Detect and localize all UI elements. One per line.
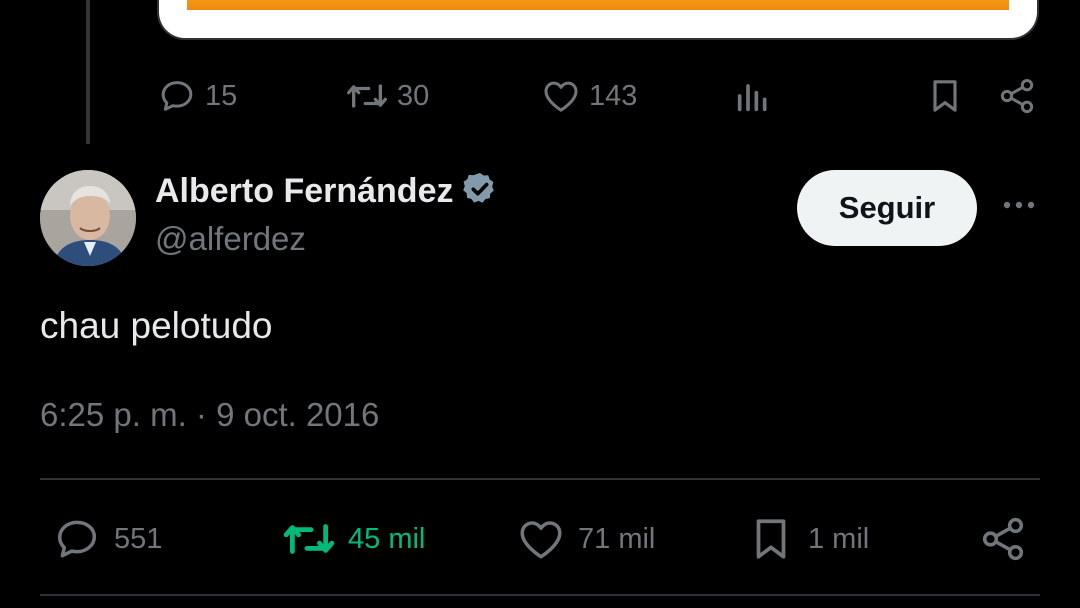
previous-post-action-bar: 15 30 143 xyxy=(157,72,1047,120)
author-handle[interactable]: @alferdez xyxy=(155,220,306,258)
prev-share-button[interactable] xyxy=(997,76,1037,116)
reply-count: 551 xyxy=(114,522,163,555)
prev-reply-button[interactable]: 15 xyxy=(157,76,237,116)
prev-repost-count: 30 xyxy=(397,79,430,112)
author-name-row: Alberto Fernández xyxy=(155,170,499,213)
prev-repost-button[interactable]: 30 xyxy=(345,76,429,116)
repost-count: 45 mil xyxy=(348,522,426,555)
previous-post-media[interactable] xyxy=(157,0,1039,40)
like-count: 71 mil xyxy=(578,522,656,555)
bookmark-button[interactable]: 1 mil xyxy=(746,514,869,564)
avatar-image xyxy=(40,170,136,266)
more-options-button[interactable] xyxy=(996,192,1042,222)
repost-button[interactable]: 45 mil xyxy=(282,514,425,564)
bookmark-icon xyxy=(925,76,965,116)
prev-reply-count: 15 xyxy=(205,79,238,112)
share-icon xyxy=(978,514,1028,564)
reply-icon xyxy=(52,514,102,564)
like-icon xyxy=(516,514,566,564)
bookmark-count: 1 mil xyxy=(808,522,870,555)
reply-icon xyxy=(157,76,197,116)
repost-icon xyxy=(282,514,336,564)
like-button[interactable]: 71 mil xyxy=(516,514,655,564)
repost-icon xyxy=(345,76,389,116)
more-dots-icon xyxy=(999,198,1039,216)
prev-like-button[interactable]: 143 xyxy=(541,76,637,116)
post-timestamp[interactable]: 6:25 p. m. · 9 oct. 2016 xyxy=(40,396,379,434)
verified-badge-icon[interactable] xyxy=(461,170,499,213)
share-icon xyxy=(997,76,1037,116)
post-text: chau pelotudo xyxy=(40,305,273,346)
prev-bookmark-button[interactable] xyxy=(925,76,965,116)
views-icon xyxy=(733,76,773,116)
thread-connector-line xyxy=(86,0,90,144)
post-action-bar: 551 45 mil 71 mil 1 mil xyxy=(40,508,1040,568)
divider-bottom xyxy=(40,594,1040,596)
author-display-name[interactable]: Alberto Fernández xyxy=(155,172,453,211)
prev-views-button[interactable] xyxy=(733,76,773,116)
like-icon xyxy=(541,76,581,116)
share-button[interactable] xyxy=(978,514,1028,564)
author-avatar[interactable] xyxy=(40,170,136,266)
divider-top xyxy=(40,478,1040,480)
prev-like-count: 143 xyxy=(589,79,638,112)
bookmark-icon xyxy=(746,514,796,564)
media-image xyxy=(187,0,1009,10)
follow-button[interactable]: Seguir xyxy=(797,170,977,246)
reply-button[interactable]: 551 xyxy=(52,514,162,564)
